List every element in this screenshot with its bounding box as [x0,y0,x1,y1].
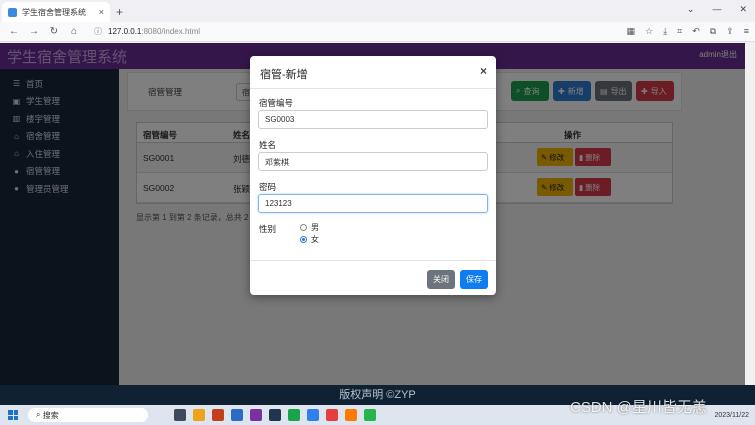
toolbar-icons: ▦ ☆ ⤓ ⌗ ↶ ⧉ ⇪ ≡ [627,26,749,37]
gender-label: 性别 [259,224,277,234]
share-icon[interactable]: ⇪ [726,26,734,37]
reload-icon[interactable]: ↻ [46,26,62,37]
word-icon[interactable] [231,409,243,421]
female-radio[interactable] [300,236,307,243]
qr-icon[interactable]: ▦ [627,26,636,37]
taskbar-search-label: 搜索 [42,410,59,420]
dialog-header: 宿管-新增 × [250,56,496,89]
window-controls: ⌄ — ✕ [687,4,747,15]
gender-male-option[interactable]: 男 [300,222,319,233]
add-manager-dialog: 宿管-新增 × 宿管编号 SG0003 姓名 邓紫棋 密码 123123 性别 … [250,56,496,295]
system-tray: 2023/11/22 [714,412,749,419]
star-icon[interactable]: ☆ [645,26,653,37]
home-icon[interactable]: ⌂ [66,26,82,37]
address-bar[interactable]: ⓘ 127.0.0.1:8080/index.html [94,26,200,37]
file-explorer-icon[interactable] [193,409,205,421]
dialog-title: 宿管-新增 [260,69,308,81]
download-icon[interactable]: ⤓ [663,26,667,37]
search-icon: ⌕ [36,410,43,419]
password-label: 密码 [259,182,277,192]
wps-icon[interactable] [326,409,338,421]
windows-start-icon[interactable] [8,410,18,420]
gender-female-option[interactable]: 女 [300,234,319,245]
minimize-button[interactable]: — [712,4,721,15]
tab-close-icon[interactable]: × [99,7,104,17]
male-label: 男 [311,223,319,232]
tab-title: 学生宿舍管理系统 [22,7,86,17]
powerpoint-icon[interactable] [212,409,224,421]
close-button[interactable]: 关闭 [427,270,455,289]
browser-nav-bar: ← → ↻ ⌂ ⓘ 127.0.0.1:8080/index.html ▦ ☆ … [0,22,755,42]
favicon-icon [8,7,17,17]
name-field[interactable]: 邓紫棋 [258,152,488,171]
pycharm-icon[interactable] [288,409,300,421]
onenote-icon[interactable] [250,409,262,421]
id-label: 宿管编号 [259,98,294,108]
back-icon[interactable]: ← [6,26,22,37]
firefox-icon[interactable] [345,409,357,421]
copyright-text: 版权声明 ©ZYP [339,389,416,401]
browser-tab-bar: 学生宿舍管理系统 × + ⌄ — ✕ [0,0,755,22]
clock-date: 2023/11/22 [714,411,749,419]
undo-icon[interactable]: ↶ [692,26,700,37]
window-close-button[interactable]: ✕ [739,4,747,15]
terminal-icon[interactable] [269,409,281,421]
id-field[interactable]: SG0003 [258,110,488,129]
tab-list-icon[interactable]: ⌄ [687,4,695,15]
url-path: :8080/index.html [141,27,201,36]
browser-tab[interactable]: 学生宿舍管理系统 × [2,2,110,22]
forward-icon[interactable]: → [26,26,42,37]
male-radio[interactable] [300,224,307,231]
password-field[interactable]: 123123 [258,194,488,213]
female-label: 女 [311,235,319,244]
close-icon[interactable]: × [480,64,487,78]
taskbar-apps [174,409,376,421]
extensions-icon[interactable]: ⧉ [710,26,716,37]
dialog-footer: 关闭 保存 [250,260,496,295]
page-info-icon: ⓘ [94,27,102,36]
menu-icon[interactable]: ≡ [744,26,749,37]
task-view-icon[interactable] [174,409,186,421]
url-host: 127.0.0.1 [108,27,142,36]
watermark: CSDN @星川皆无恙 [570,399,707,416]
save-button[interactable]: 保存 [460,270,488,289]
browser-icon[interactable] [307,409,319,421]
taskbar-search[interactable]: ⌕ 搜索 [28,408,148,422]
wechat-icon[interactable] [364,409,376,421]
new-tab-button[interactable]: + [116,2,123,22]
name-label: 姓名 [259,140,277,150]
crop-icon[interactable]: ⌗ [677,26,682,37]
